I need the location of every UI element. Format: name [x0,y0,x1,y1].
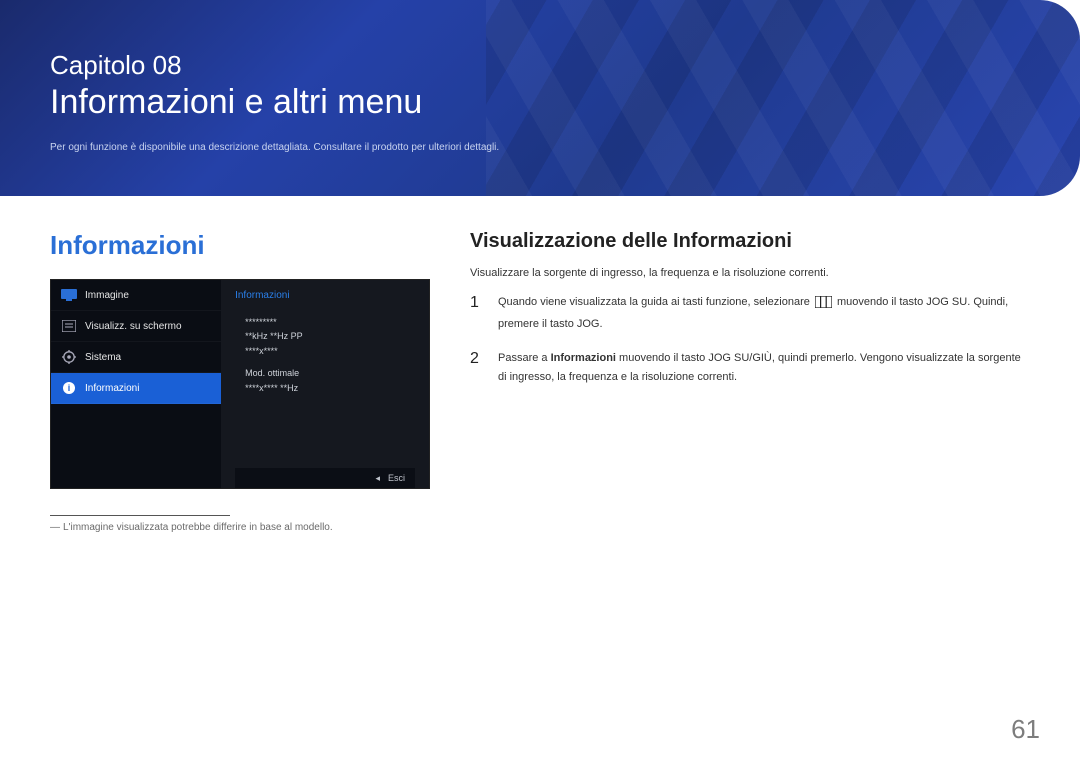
chapter-title: Informazioni e altri menu [50,83,1030,122]
step2-pre: Passare a [498,352,551,364]
osd-panel: Informazioni ********* **kHz **Hz PP ***… [221,280,429,488]
footnote-dash: ― [50,522,60,533]
osd-menu-item-visualizz: Visualizz. su schermo [51,311,221,342]
step1-pre: Quando viene visualizzata la guida ai ta… [498,296,813,308]
chapter-banner: Capitolo 08 Informazioni e altri menu Pe… [0,0,1080,196]
osd-menu-label: Informazioni [85,383,139,394]
banner-note: Per ogni funzione è disponibile una desc… [50,142,1030,153]
osd-text-line: Mod. ottimale [245,366,415,380]
osd-data-block: ********* **kHz **Hz PP ****x**** Mod. o… [245,315,415,403]
section-title-visualizzazione: Visualizzazione delle Informazioni [470,230,1030,253]
monitor-icon [61,288,77,302]
info-icon: i [61,381,77,395]
step-text: Quando viene visualizzata la guida ai ta… [498,293,1030,335]
step-number: 2 [470,349,484,388]
osd-exit-label: Esci [388,473,405,483]
svg-text:i: i [68,383,71,393]
osd-box-icon [61,319,77,333]
osd-menu-item-informazioni: i Informazioni [51,373,221,404]
footnote-divider [50,515,230,516]
page-content: Informazioni Immagine Visualizz. su sche… [0,196,1080,533]
gear-icon [61,350,77,364]
osd-menu-item-immagine: Immagine [51,280,221,311]
intro-text: Visualizzare la sorgente di ingresso, la… [470,267,1030,279]
osd-text-line: ********* [245,315,415,329]
step-text: Passare a Informazioni muovendo il tasto… [498,349,1030,388]
page-number: 61 [1011,714,1040,745]
osd-menu-item-sistema: Sistema [51,342,221,373]
right-column: Visualizzazione delle Informazioni Visua… [470,230,1030,533]
back-arrow-icon: ◂ [375,473,380,484]
osd-screenshot: Immagine Visualizz. su schermo Sistema [50,279,430,489]
menu-grid-icon [815,296,832,315]
section-title-informazioni: Informazioni [50,230,430,261]
footnote-text: L'immagine visualizzata potrebbe differi… [63,522,333,533]
osd-text-line: ****x**** **Hz [245,381,415,395]
step2-bold: Informazioni [551,352,616,364]
footnote: ―L'immagine visualizzata potrebbe differ… [50,522,430,533]
step-number: 1 [470,293,484,335]
osd-text-line: ****x**** [245,344,415,358]
osd-panel-title: Informazioni [235,290,415,301]
osd-menu-label: Sistema [85,352,121,363]
osd-footer: ◂ Esci [235,468,415,488]
step-1: 1 Quando viene visualizzata la guida ai … [470,293,1030,335]
osd-menu-label: Immagine [85,290,129,301]
osd-menu: Immagine Visualizz. su schermo Sistema [51,280,221,488]
chapter-label: Capitolo 08 [50,50,1030,81]
left-column: Informazioni Immagine Visualizz. su sche… [50,230,430,533]
osd-menu-label: Visualizz. su schermo [85,321,182,332]
osd-text-line: **kHz **Hz PP [245,329,415,343]
step-2: 2 Passare a Informazioni muovendo il tas… [470,349,1030,388]
